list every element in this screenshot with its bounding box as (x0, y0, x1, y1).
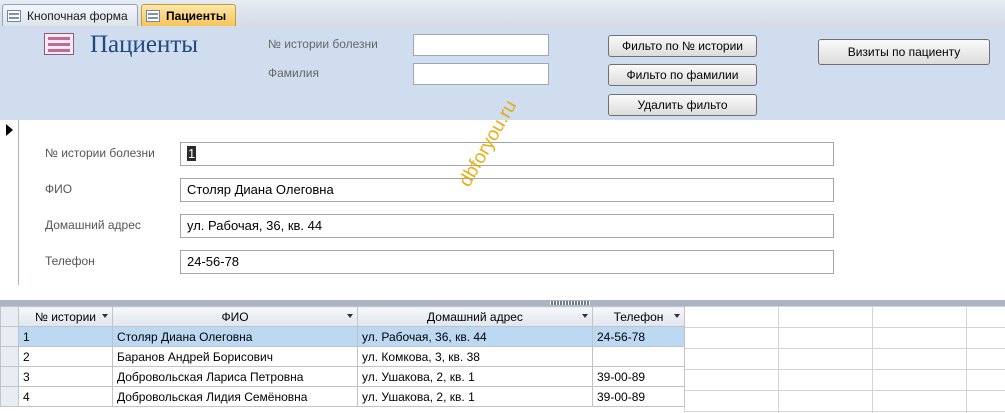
chevron-down-icon[interactable] (582, 314, 588, 318)
chevron-down-icon[interactable] (347, 314, 353, 318)
cell-address[interactable]: ул. Комкова, 3, кв. 38 (357, 346, 593, 367)
form-icon (44, 33, 74, 55)
row-selector[interactable] (0, 386, 19, 407)
row-selector[interactable] (0, 326, 19, 347)
patient-visits-button[interactable]: Визиты по пациенту (818, 39, 990, 65)
datasheet-table: № истории ФИО Домашний адрес Телефон 1 С… (0, 306, 685, 407)
column-header-address[interactable]: Домашний адрес (357, 306, 593, 327)
table-row[interactable]: 2 Баранов Андрей Борисович ул. Комкова, … (0, 346, 685, 367)
chevron-down-icon[interactable] (674, 314, 680, 318)
splitter-grip-icon[interactable] (550, 301, 590, 305)
address-field[interactable]: ул. Рабочая, 36, кв. 44 (180, 214, 834, 238)
cell-history[interactable]: 1 (18, 326, 113, 347)
cell-fio[interactable]: Столяр Диана Олеговна (112, 326, 358, 347)
row-selector[interactable] (0, 346, 19, 367)
cell-address[interactable]: ул. Ушакова, 2, кв. 1 (357, 386, 593, 407)
cell-phone[interactable]: 39-00-89 (592, 366, 685, 387)
table-row[interactable]: 4 Добровольская Лидия Семёновна ул. Ушак… (0, 386, 685, 407)
surname-filter-input[interactable] (413, 63, 549, 85)
cell-fio[interactable]: Добровольская Лидия Семёновна (112, 386, 358, 407)
document-tab-bar: Кнопочная форма Пациенты (0, 0, 1005, 29)
fio-field[interactable]: Столяр Диана Олеговна (180, 178, 834, 202)
page-title: Пациенты (90, 31, 199, 58)
cell-history[interactable]: 2 (18, 346, 113, 367)
history-value: 1 (187, 146, 197, 161)
record-selector[interactable] (0, 120, 19, 285)
history-filter-input[interactable] (413, 34, 549, 56)
column-header-history[interactable]: № истории (18, 306, 113, 327)
fio-label: ФИО (45, 182, 73, 196)
phone-label: Телефон (45, 254, 95, 268)
cell-history[interactable]: 4 (18, 386, 113, 407)
tab-label: Кнопочная форма (27, 8, 128, 23)
tab-label: Пациенты (166, 8, 227, 23)
header-row: № истории ФИО Домашний адрес Телефон (0, 306, 685, 327)
cell-fio[interactable]: Добровольская Лариса Петровна (112, 366, 358, 387)
column-header-phone[interactable]: Телефон (592, 306, 685, 327)
datasheet-empty-area (684, 306, 1005, 413)
chevron-down-icon[interactable] (102, 314, 108, 318)
cell-phone[interactable]: 39-00-89 (592, 386, 685, 407)
row-selector[interactable] (0, 366, 19, 387)
cell-phone[interactable]: 24-56-78 (592, 326, 685, 347)
cell-history[interactable]: 3 (18, 366, 113, 387)
cell-phone[interactable] (592, 346, 685, 367)
filter-by-history-button[interactable]: Фильто по № истории (608, 35, 757, 57)
column-header-fio[interactable]: ФИО (112, 306, 358, 327)
phone-field[interactable]: 24-56-78 (180, 250, 834, 274)
cell-address[interactable]: ул. Ушакова, 2, кв. 1 (357, 366, 593, 387)
current-record-arrow-icon (6, 124, 13, 136)
cell-address[interactable]: ул. Рабочая, 36, кв. 44 (357, 326, 593, 347)
select-all-corner[interactable] (0, 306, 19, 327)
form-tab-icon (146, 9, 160, 22)
surname-filter-label: Фамилия (268, 66, 319, 80)
cell-fio[interactable]: Баранов Андрей Борисович (112, 346, 358, 367)
address-label: Домашний адрес (45, 218, 141, 232)
tab-switchboard[interactable]: Кнопочная форма (2, 4, 138, 26)
history-filter-label: № истории болезни (268, 37, 378, 51)
remove-filter-button[interactable]: Удалить фильто (608, 94, 757, 116)
table-row[interactable]: 1 Столяр Диана Олеговна ул. Рабочая, 36,… (0, 326, 685, 347)
filter-by-surname-button[interactable]: Фильто по фамилии (608, 64, 757, 86)
history-label: № истории болезни (45, 146, 155, 160)
tab-patients[interactable]: Пациенты (141, 4, 236, 26)
history-field[interactable]: 1 (180, 142, 834, 166)
table-row[interactable]: 3 Добровольская Лариса Петровна ул. Ушак… (0, 366, 685, 387)
form-tab-icon (7, 9, 21, 22)
